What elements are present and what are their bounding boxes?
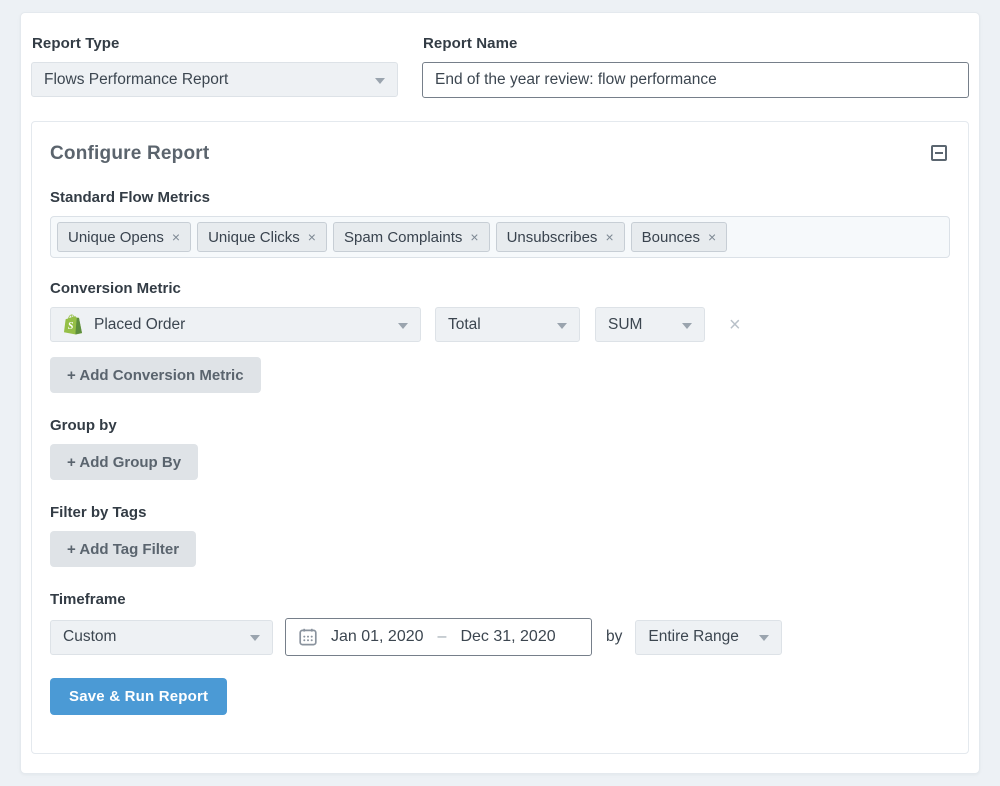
metric-chip: Spam Complaints × (333, 222, 490, 252)
start-date-value: Jan 01, 2020 (331, 628, 424, 646)
add-tag-filter-button[interactable]: + Add Tag Filter (50, 531, 196, 567)
remove-chip-icon[interactable]: × (605, 230, 613, 244)
svg-text:S: S (68, 321, 74, 332)
metric-chip: Bounces × (631, 222, 728, 252)
remove-chip-icon[interactable]: × (172, 230, 180, 244)
report-name-input[interactable] (422, 62, 969, 98)
report-builder-card: Report Type Flows Performance Report Rep… (20, 12, 980, 774)
date-separator: – (438, 628, 447, 646)
report-type-field: Report Type Flows Performance Report (31, 35, 398, 98)
conversion-function-select[interactable]: SUM (595, 307, 705, 342)
add-conversion-metric-button[interactable]: + Add Conversion Metric (50, 357, 261, 393)
standard-flow-metrics-label: Standard Flow Metrics (50, 189, 950, 206)
configure-report-title: Configure Report (50, 143, 950, 165)
timeframe-row: Custom Jan 01, 2020 – (50, 618, 950, 656)
conversion-function-value: SUM (608, 316, 642, 334)
granularity-value: Entire Range (648, 628, 738, 646)
conversion-aggregation-value: Total (448, 316, 481, 334)
report-name-label: Report Name (423, 35, 969, 52)
timeframe-label: Timeframe (50, 591, 950, 608)
granularity-select[interactable]: Entire Range (635, 620, 782, 655)
add-group-by-button[interactable]: + Add Group By (50, 444, 198, 480)
end-date-value: Dec 31, 2020 (460, 628, 555, 646)
date-range-picker[interactable]: Jan 01, 2020 – Dec 31, 2020 (285, 618, 592, 656)
metric-chip: Unique Opens × (57, 222, 191, 252)
chevron-down-icon (682, 323, 692, 329)
report-name-field: Report Name (422, 35, 969, 98)
by-label: by (606, 628, 622, 646)
metric-chip-label: Unique Opens (68, 229, 164, 246)
remove-chip-icon[interactable]: × (308, 230, 316, 244)
filter-by-tags-label: Filter by Tags (50, 504, 950, 521)
conversion-metric-row: S Placed Order Total SUM × (50, 307, 950, 342)
metric-chip-label: Unsubscribes (507, 229, 598, 246)
group-by-label: Group by (50, 417, 950, 434)
metric-chip-label: Unique Clicks (208, 229, 300, 246)
metric-chip: Unsubscribes × (496, 222, 625, 252)
timeframe-preset-select[interactable]: Custom (50, 620, 273, 655)
report-header-row: Report Type Flows Performance Report Rep… (31, 35, 969, 98)
conversion-metric-value: Placed Order (94, 316, 185, 334)
chevron-down-icon (250, 635, 260, 641)
minus-icon (935, 152, 943, 154)
timeframe-preset-value: Custom (63, 628, 116, 646)
save-run-report-button[interactable]: Save & Run Report (50, 678, 227, 715)
collapse-section-button[interactable] (931, 145, 947, 161)
metric-chip: Unique Clicks × (197, 222, 327, 252)
metric-chip-label: Bounces (642, 229, 700, 246)
report-type-value: Flows Performance Report (44, 71, 228, 89)
report-type-select[interactable]: Flows Performance Report (31, 62, 398, 97)
conversion-metric-label: Conversion Metric (50, 280, 950, 297)
chevron-down-icon (398, 323, 408, 329)
remove-conversion-metric-icon[interactable]: × (729, 315, 741, 335)
report-type-label: Report Type (32, 35, 398, 52)
chevron-down-icon (759, 635, 769, 641)
conversion-metric-select[interactable]: S Placed Order (50, 307, 421, 342)
shopify-icon: S (61, 313, 84, 336)
calendar-icon (298, 627, 318, 647)
configure-report-card: Configure Report Standard Flow Metrics U… (31, 121, 969, 754)
remove-chip-icon[interactable]: × (470, 230, 478, 244)
chevron-down-icon (557, 323, 567, 329)
metric-chip-label: Spam Complaints (344, 229, 462, 246)
standard-flow-metrics-input[interactable]: Unique Opens×Unique Clicks×Spam Complain… (50, 216, 950, 258)
remove-chip-icon[interactable]: × (708, 230, 716, 244)
chevron-down-icon (375, 78, 385, 84)
conversion-aggregation-select[interactable]: Total (435, 307, 580, 342)
